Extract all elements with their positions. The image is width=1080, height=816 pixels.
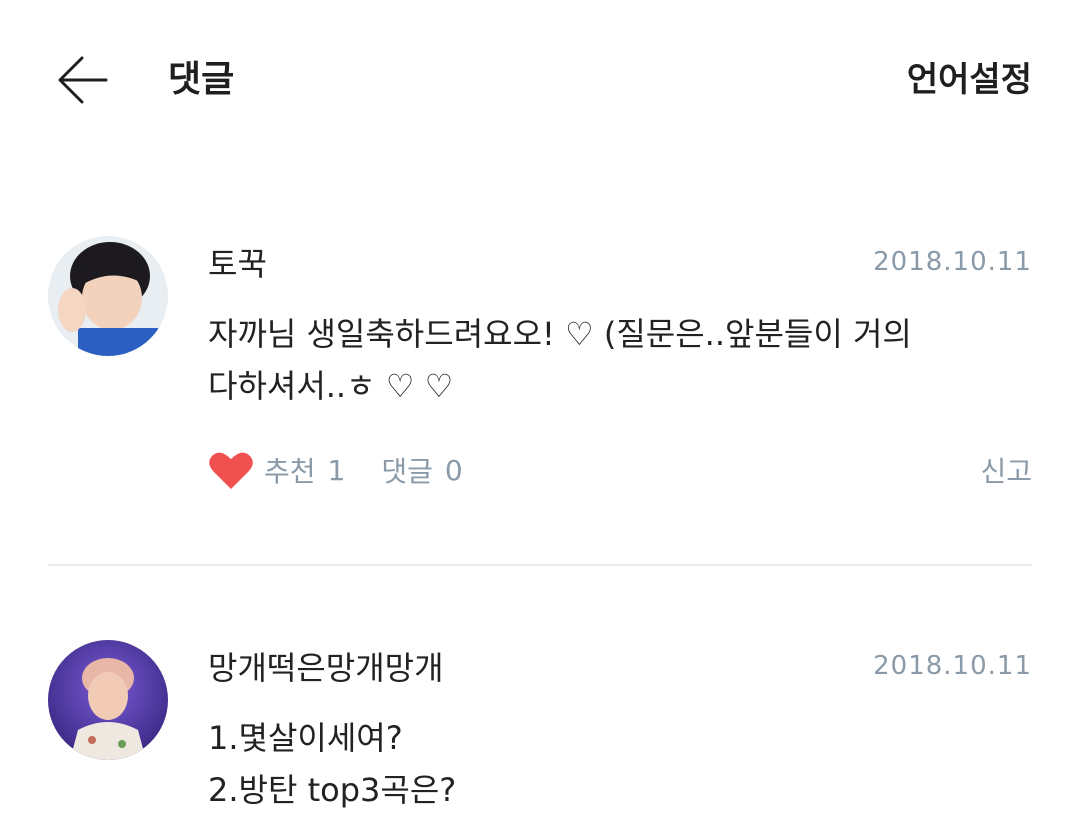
comment-actions: 추천 1 댓글 0 <box>208 446 463 494</box>
comment-date: 2018.10.11 <box>873 651 1032 681</box>
avatar[interactable] <box>48 640 168 760</box>
divider <box>48 564 1032 566</box>
comment-line: 자까님 생일축하드려요오! ♡ (질문은..앞분들이 거의 <box>208 315 912 353</box>
comment-line: 2.방탄 top3곡은? <box>208 771 457 809</box>
reply-count: 0 <box>444 453 463 487</box>
comment-line: 1.몇살이세여? <box>208 719 403 757</box>
comment-item: 토꾹 2018.10.11 자까님 생일축하드려요오! ♡ (질문은..앞분들이… <box>0 232 1080 562</box>
comment-body: 1.몇살이세여? 2.방탄 top3곡은? <box>208 712 888 816</box>
page-title: 댓글 <box>168 59 235 100</box>
report-button[interactable]: 신고 <box>980 450 1032 490</box>
comment-author[interactable]: 망개떡은망개망개 <box>208 646 444 690</box>
top-bar: 댓글 언어설정 <box>0 0 1080 160</box>
like-count: 1 <box>327 453 346 487</box>
comment-author[interactable]: 토꾹 <box>208 242 267 286</box>
back-button[interactable] <box>56 52 112 108</box>
comment-item: 망개떡은망개망개 2018.10.11 1.몇살이세여? 2.방탄 top3곡은… <box>0 636 1080 810</box>
arrow-left-icon <box>58 56 108 104</box>
comment-line: 다하셔서..ㅎ ♡ ♡ <box>208 367 454 405</box>
avatar-image <box>48 236 168 356</box>
like-label[interactable]: 추천 <box>264 450 316 490</box>
avatar-image <box>48 640 168 760</box>
avatar[interactable] <box>48 236 168 356</box>
heart-icon[interactable] <box>208 449 254 491</box>
language-settings-button[interactable]: 언어설정 <box>907 56 1032 104</box>
reply-label[interactable]: 댓글 <box>381 450 433 490</box>
comment-date: 2018.10.11 <box>873 247 1032 277</box>
comment-body: 자까님 생일축하드려요오! ♡ (질문은..앞분들이 거의 다하셔서..ㅎ ♡ … <box>208 308 912 412</box>
